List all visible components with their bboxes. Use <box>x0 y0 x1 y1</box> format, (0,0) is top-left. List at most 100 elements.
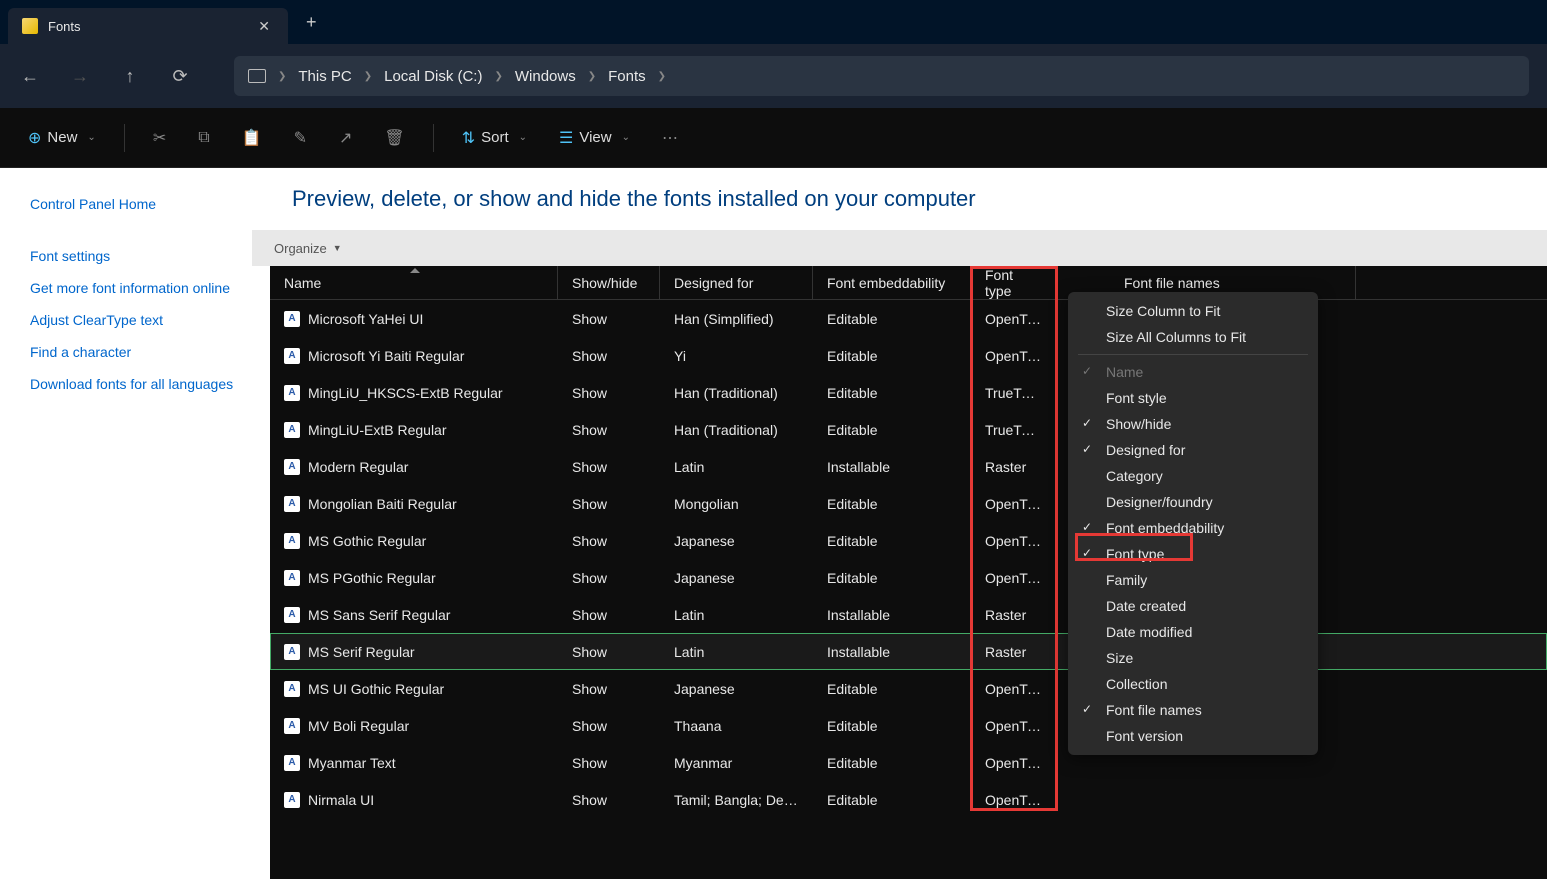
close-icon[interactable]: ✕ <box>254 16 274 37</box>
ctx-item-font-style[interactable]: Font style <box>1068 385 1318 411</box>
refresh-button[interactable]: ⟳ <box>168 66 192 87</box>
cell-design: Mongolian <box>660 496 813 512</box>
cell-show: Show <box>558 718 660 734</box>
ctx-item-designer-foundry[interactable]: Designer/foundry <box>1068 489 1318 515</box>
font-file-icon: A <box>284 348 300 364</box>
ctx-item-designed-for[interactable]: Designed for <box>1068 437 1318 463</box>
cell-name: AModern Regular <box>270 459 558 475</box>
cell-show: Show <box>558 311 660 327</box>
cell-design: Japanese <box>660 570 813 586</box>
col-header-show[interactable]: Show/hide <box>558 266 660 299</box>
ctx-item-date-created[interactable]: Date created <box>1068 593 1318 619</box>
sidebar-cleartype[interactable]: Adjust ClearType text <box>30 304 252 336</box>
breadcrumb-this-pc[interactable]: This PC <box>298 68 351 85</box>
sidebar-find-char[interactable]: Find a character <box>30 336 252 368</box>
sidebar-more-info[interactable]: Get more font information online <box>30 272 252 304</box>
new-button[interactable]: ⊕ New ⌄ <box>18 122 106 154</box>
table-row[interactable]: AMS Serif RegularShowLatinInstallableRas… <box>270 633 1547 670</box>
table-row[interactable]: AMyanmar TextShowMyanmarEditableOpenType <box>270 744 1547 781</box>
cell-design: Myanmar <box>660 755 813 771</box>
sidebar-home[interactable]: Control Panel Home <box>30 188 252 220</box>
cut-button[interactable]: ✂ <box>143 122 176 154</box>
table-row[interactable]: AMingLiU_HKSCS-ExtB RegularShowHan (Trad… <box>270 374 1547 411</box>
chevron-down-icon: ⌄ <box>519 132 527 143</box>
nav-bar: ← → ↑ ⟳ ❯ This PC ❯ Local Disk (C:) ❯ Wi… <box>0 44 1547 108</box>
cell-embed: Editable <box>813 792 971 808</box>
back-button[interactable]: ← <box>18 66 42 87</box>
pc-icon <box>248 69 266 83</box>
table-row[interactable]: AMingLiU-ExtB RegularShowHan (Traditiona… <box>270 411 1547 448</box>
ctx-item-category[interactable]: Category <box>1068 463 1318 489</box>
ctx-item-show-hide[interactable]: Show/hide <box>1068 411 1318 437</box>
share-button[interactable]: ↗ <box>329 122 362 154</box>
delete-button[interactable]: 🗑 <box>374 122 414 154</box>
sidebar-font-settings[interactable]: Font settings <box>30 240 252 272</box>
table-row[interactable]: AModern RegularShowLatinInstallableRaste… <box>270 448 1547 485</box>
cell-type: Raster <box>971 459 1056 475</box>
font-file-icon: A <box>284 533 300 549</box>
cell-design: Latin <box>660 607 813 623</box>
table-row[interactable]: AMicrosoft Yi Baiti RegularShowYiEditabl… <box>270 337 1547 374</box>
ctx-item-font-embeddability[interactable]: Font embeddability <box>1068 515 1318 541</box>
sidebar-download-fonts[interactable]: Download fonts for all languages <box>30 368 252 400</box>
font-file-icon: A <box>284 570 300 586</box>
organize-label: Organize <box>274 241 327 256</box>
table-row[interactable]: AMS UI Gothic RegularShowJapaneseEditabl… <box>270 670 1547 707</box>
ctx-item[interactable]: Size All Columns to Fit <box>1068 324 1318 350</box>
copy-button[interactable]: ⧉ <box>188 123 219 153</box>
table-row[interactable]: ANirmala UIShowTamil; Bangla; Deva...Edi… <box>270 781 1547 818</box>
cell-embed: Editable <box>813 533 971 549</box>
ctx-item-font-type[interactable]: Font type <box>1068 541 1318 567</box>
ctx-item-date-modified[interactable]: Date modified <box>1068 619 1318 645</box>
breadcrumb-windows[interactable]: Windows <box>515 68 576 85</box>
table-row[interactable]: AMV Boli RegularShowThaanaEditableOpenTy… <box>270 707 1547 744</box>
chevron-right-icon: ❯ <box>588 71 596 82</box>
table-row[interactable]: AMS Sans Serif RegularShowLatinInstallab… <box>270 596 1547 633</box>
cell-type: OpenType <box>971 570 1056 586</box>
new-tab-button[interactable]: + <box>288 12 335 33</box>
cell-name: AMS UI Gothic Regular <box>270 681 558 697</box>
ctx-item-collection[interactable]: Collection <box>1068 671 1318 697</box>
ctx-item-font-version[interactable]: Font version <box>1068 723 1318 749</box>
more-button[interactable]: ⋯ <box>652 122 688 154</box>
cell-name: AMongolian Baiti Regular <box>270 496 558 512</box>
col-header-embed[interactable]: Font embeddability <box>813 266 971 299</box>
cell-type: TrueType <box>971 385 1056 401</box>
ctx-item-size[interactable]: Size <box>1068 645 1318 671</box>
address-bar[interactable]: ❯ This PC ❯ Local Disk (C:) ❯ Windows ❯ … <box>234 56 1529 96</box>
rename-button[interactable]: ✎ <box>284 122 317 154</box>
view-button[interactable]: ☰ View ⌄ <box>549 122 640 154</box>
tab-fonts[interactable]: Fonts ✕ <box>8 8 288 44</box>
cell-show: Show <box>558 570 660 586</box>
cell-embed: Editable <box>813 718 971 734</box>
table-row[interactable]: AMS Gothic RegularShowJapaneseEditableOp… <box>270 522 1547 559</box>
organize-bar[interactable]: Organize ▼ <box>252 230 1547 266</box>
font-file-icon: A <box>284 496 300 512</box>
cell-embed: Editable <box>813 311 971 327</box>
table-header: Name Show/hide Designed for Font embedda… <box>270 266 1547 300</box>
view-icon: ☰ <box>559 128 573 148</box>
cell-name: AMingLiU_HKSCS-ExtB Regular <box>270 385 558 401</box>
ctx-item-font-file-names[interactable]: Font file names <box>1068 697 1318 723</box>
sort-button[interactable]: ⇅ Sort ⌄ <box>452 122 537 154</box>
table-row[interactable]: AMongolian Baiti RegularShowMongolianEdi… <box>270 485 1547 522</box>
ctx-item[interactable]: Size Column to Fit <box>1068 298 1318 324</box>
table-row[interactable]: AMicrosoft YaHei UIShowHan (Simplified)E… <box>270 300 1547 337</box>
chevron-down-icon: ⌄ <box>87 132 95 143</box>
col-header-name[interactable]: Name <box>270 266 558 299</box>
up-button[interactable]: ↑ <box>118 66 142 87</box>
col-header-design[interactable]: Designed for <box>660 266 813 299</box>
folder-icon <box>22 18 38 34</box>
forward-button[interactable]: → <box>68 66 92 87</box>
table-row[interactable]: AMS PGothic RegularShowJapaneseEditableO… <box>270 559 1547 596</box>
font-file-icon: A <box>284 459 300 475</box>
divider <box>1078 354 1308 355</box>
breadcrumb-fonts[interactable]: Fonts <box>608 68 646 85</box>
cell-type: Raster <box>971 644 1056 660</box>
ctx-item-family[interactable]: Family <box>1068 567 1318 593</box>
paste-button[interactable]: 📋 <box>232 122 272 154</box>
cell-embed: Editable <box>813 681 971 697</box>
col-header-type[interactable]: Font type <box>971 266 1056 299</box>
breadcrumb-local-disk[interactable]: Local Disk (C:) <box>384 68 482 85</box>
cell-show: Show <box>558 792 660 808</box>
